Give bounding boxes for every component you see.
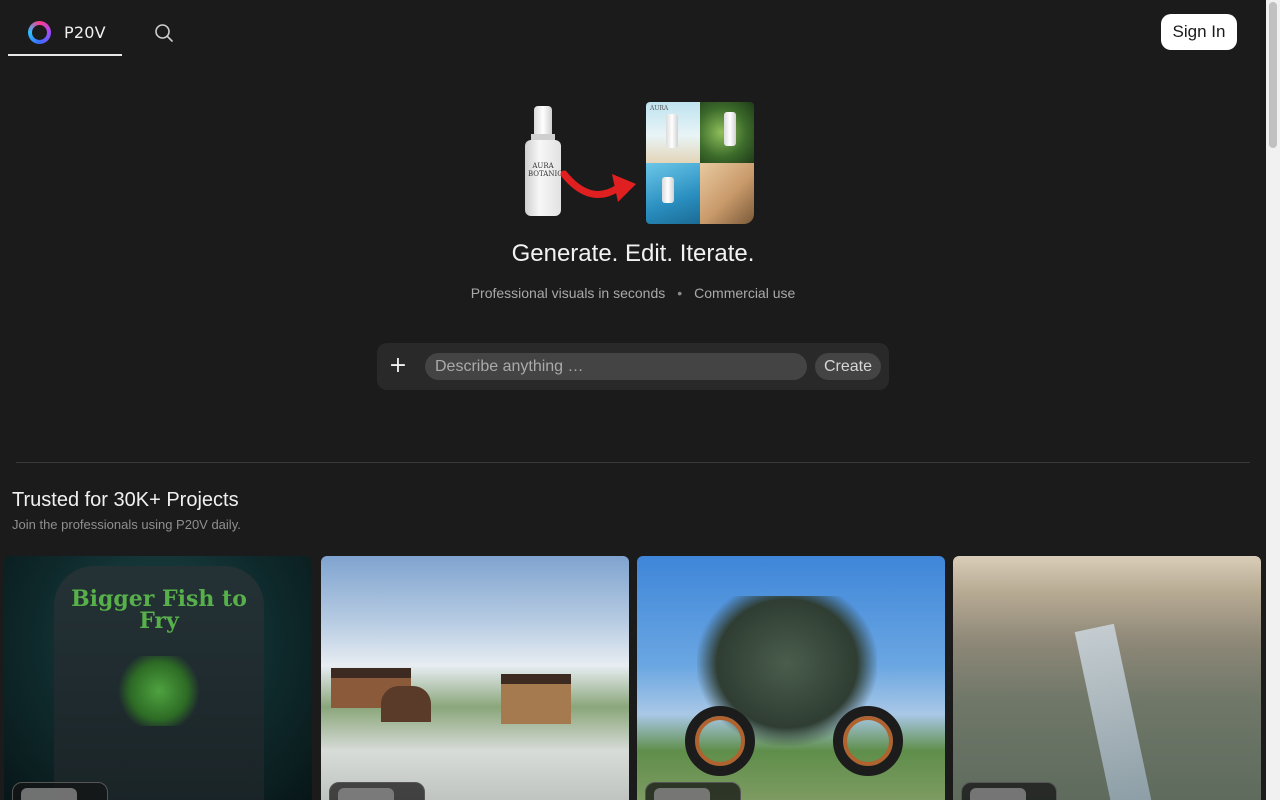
subtitle-separator: • [677,285,683,301]
page-scrollbar[interactable] [1266,0,1280,800]
hero-subtitle: Professional visuals in seconds • Commerci… [0,285,1266,301]
gallery-card-motorcycle[interactable] [637,556,945,800]
tshirt-image: Bigger Fish to Fry [54,566,264,800]
card-author-badge[interactable] [961,782,1057,800]
card-author-badge[interactable] [12,782,108,800]
search-icon [155,24,173,42]
subtitle-right: Commercial use [694,285,796,301]
generated-collage-image: AURA [646,102,754,224]
search-button[interactable] [152,21,176,45]
top-nav: P20V Sign In [0,0,1266,64]
p20v-logo-icon [28,20,51,44]
add-attachment-button[interactable]: + [387,353,409,379]
prompt-input[interactable] [425,353,807,380]
gallery-card-tshirt[interactable]: Bigger Fish to Fry [4,556,312,800]
gallery-card-city[interactable] [953,556,1261,800]
section-subtitle: Join the professionals using P20V daily. [12,517,241,532]
sign-in-button[interactable]: Sign In [1161,14,1237,50]
red-arrow-icon [560,170,636,202]
scrollbar-thumb[interactable] [1269,2,1277,148]
gallery-card-garden[interactable] [321,556,629,800]
brand-home-link[interactable]: P20V [8,10,122,56]
hero-title: Generate. Edit. Iterate. [511,240,755,267]
brand-name: P20V [64,22,106,42]
product-bottle-image: AURA BOTANICS [525,106,568,216]
card-author-badge[interactable] [645,782,741,800]
hero-illustration: AURA BOTANICS AURA [520,102,756,226]
section-title: Trusted for 30K+ Projects [12,489,239,511]
subtitle-left: Professional visuals in seconds [470,285,666,301]
bottle-label: AURA BOTANICS [528,162,568,178]
create-button[interactable]: Create [815,353,881,380]
prompt-bar: + Create [377,343,889,390]
shirt-print-text: Bigger Fish to Fry [71,586,247,634]
card-author-badge[interactable] [329,782,425,800]
section-divider [16,462,1250,463]
